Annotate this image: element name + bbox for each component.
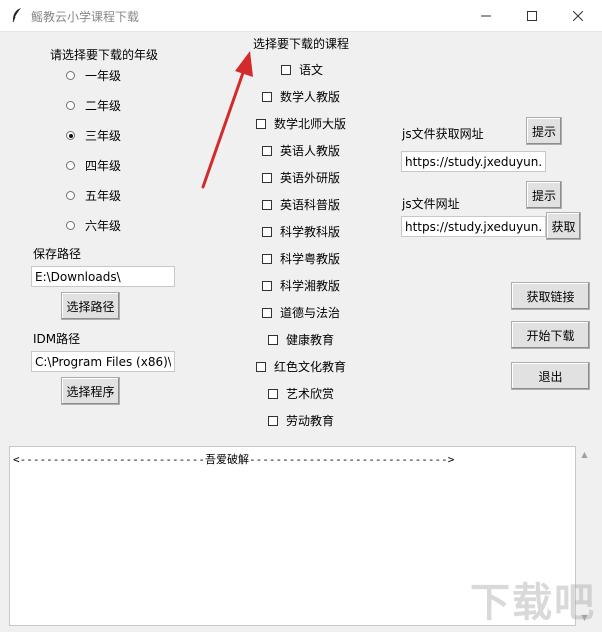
save-path-label: 保存路径	[33, 247, 82, 261]
annotation-arrow-icon	[201, 51, 253, 189]
radio-label: 五年级	[85, 189, 122, 203]
checkbox-label: 健康教育	[286, 333, 335, 347]
idm-path-label: IDM路径	[33, 332, 81, 346]
radio-indicator[interactable]	[66, 101, 75, 110]
checkbox-label: 科学粤教版	[280, 252, 341, 266]
checkbox-label: 数学人教版	[280, 90, 341, 104]
checkbox-label: 劳动教育	[286, 414, 335, 428]
course-checkbox-morality[interactable]: 道德与法治	[262, 304, 340, 321]
radio-label: 二年级	[85, 99, 122, 113]
radio-label: 三年级	[85, 129, 122, 143]
checkbox-label: 科学教科版	[280, 225, 341, 239]
fetch-button[interactable]: 获取	[546, 212, 581, 240]
scroll-up-icon[interactable]: ▲	[576, 446, 593, 463]
checkbox-label: 英语人教版	[280, 144, 341, 158]
checkbox-indicator[interactable]	[268, 388, 278, 399]
radio-grade-3[interactable]: 三年级	[66, 127, 121, 144]
start-download-button[interactable]: 开始下载	[511, 321, 590, 349]
close-icon	[573, 10, 583, 21]
exit-button[interactable]: 退出	[511, 362, 590, 390]
course-checkbox-health[interactable]: 健康教育	[268, 331, 334, 348]
watermark-logo: 下载吧	[470, 580, 596, 626]
log-line: <----------------------------吾爱破解-------…	[13, 453, 455, 466]
checkbox-label: 英语科普版	[280, 198, 341, 212]
radio-indicator-selected[interactable]	[66, 131, 75, 140]
radio-grade-2[interactable]: 二年级	[66, 97, 121, 114]
maximize-icon	[527, 10, 537, 21]
checkbox-indicator[interactable]	[262, 280, 272, 291]
checkbox-label: 艺术欣赏	[286, 387, 335, 401]
checkbox-indicator[interactable]	[262, 199, 272, 210]
radio-grade-5[interactable]: 五年级	[66, 187, 121, 204]
checkbox-label: 数学北师大版	[274, 117, 347, 131]
radio-grade-1[interactable]: 一年级	[66, 67, 121, 84]
checkbox-indicator[interactable]	[262, 307, 272, 318]
js-url-input[interactable]	[401, 216, 546, 237]
get-links-button[interactable]: 获取链接	[511, 282, 590, 310]
idm-path-input[interactable]	[31, 351, 175, 372]
course-checkbox-math-pep[interactable]: 数学人教版	[262, 88, 340, 105]
js-source-hint-button[interactable]: 提示	[526, 117, 562, 145]
save-path-input[interactable]	[31, 266, 175, 287]
grade-heading: 请选择要下载的年级	[50, 48, 159, 62]
radio-indicator[interactable]	[66, 161, 75, 170]
course-checkbox-science-xiang[interactable]: 科学湘教版	[262, 277, 340, 294]
checkbox-indicator[interactable]	[268, 415, 278, 426]
maximize-button[interactable]	[509, 0, 555, 31]
course-checkbox-art[interactable]: 艺术欣赏	[268, 385, 334, 402]
checkbox-label: 道德与法治	[280, 306, 341, 320]
js-source-label: js文件获取网址	[402, 127, 484, 141]
course-checkbox-red-culture[interactable]: 红色文化教育	[256, 358, 346, 375]
checkbox-indicator[interactable]	[281, 64, 291, 75]
radio-grade-6[interactable]: 六年级	[66, 217, 121, 234]
course-heading: 选择要下载的课程	[253, 37, 350, 51]
feather-icon	[12, 8, 21, 23]
minimize-icon	[481, 15, 491, 16]
course-checkbox-english-fltrp[interactable]: 英语外研版	[262, 169, 340, 186]
checkbox-label: 语文	[299, 63, 324, 77]
checkbox-indicator[interactable]	[256, 361, 266, 372]
radio-indicator[interactable]	[66, 191, 75, 200]
radio-label: 六年级	[85, 219, 122, 233]
minimize-button[interactable]	[463, 0, 509, 31]
course-checkbox-english-pep[interactable]: 英语人教版	[262, 142, 340, 159]
radio-label: 四年级	[85, 159, 122, 173]
radio-indicator[interactable]	[66, 221, 75, 230]
checkbox-indicator[interactable]	[262, 226, 272, 237]
title-bar: 鳐教云小学课程下载	[0, 0, 602, 32]
course-checkbox-math-bnu[interactable]: 数学北师大版	[256, 115, 346, 132]
checkbox-indicator[interactable]	[268, 334, 278, 345]
checkbox-label: 红色文化教育	[274, 360, 347, 374]
js-source-url-input[interactable]	[401, 151, 546, 172]
checkbox-indicator[interactable]	[262, 253, 272, 264]
radio-label: 一年级	[85, 69, 122, 83]
window-title: 鳐教云小学课程下载	[31, 10, 140, 24]
radio-indicator[interactable]	[66, 71, 75, 80]
checkbox-label: 英语外研版	[280, 171, 341, 185]
checkbox-label: 科学湘教版	[280, 279, 341, 293]
course-checkbox-english-kepu[interactable]: 英语科普版	[262, 196, 340, 213]
course-checkbox-science-jk[interactable]: 科学教科版	[262, 223, 340, 240]
js-url-hint-button[interactable]: 提示	[526, 181, 562, 209]
radio-grade-4[interactable]: 四年级	[66, 157, 121, 174]
course-checkbox-labor[interactable]: 劳动教育	[268, 412, 334, 429]
course-checkbox-science-yue[interactable]: 科学粤教版	[262, 250, 340, 267]
js-url-label: js文件网址	[402, 197, 460, 211]
choose-program-button[interactable]: 选择程序	[61, 377, 120, 405]
close-button[interactable]	[555, 0, 601, 31]
choose-path-button[interactable]: 选择路径	[61, 292, 120, 320]
course-checkbox-chinese[interactable]: 语文	[281, 61, 323, 78]
